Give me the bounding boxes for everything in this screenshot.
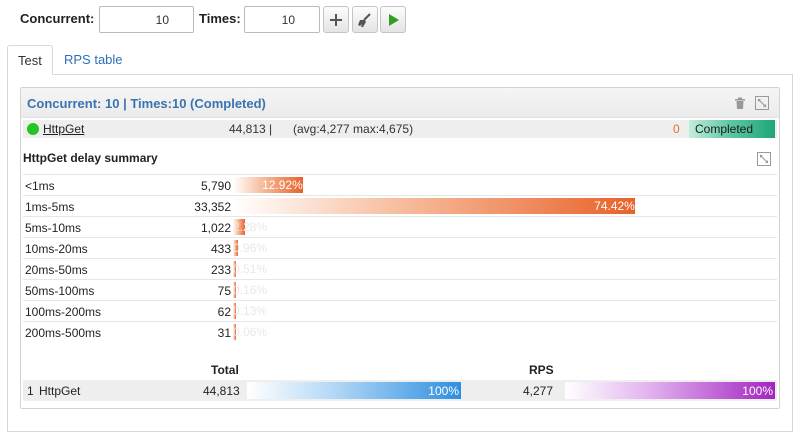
delay-percent: 0.06% <box>233 325 268 339</box>
delay-bar: 2.28% <box>233 219 267 235</box>
delay-range-label: <1ms <box>25 179 55 193</box>
total-bar-track: 100% <box>247 382 461 399</box>
play-icon <box>389 13 399 26</box>
delay-bar-track: 74.42% <box>233 198 773 214</box>
rps-bar-track: 100% <box>565 382 775 399</box>
delay-percent: 74.42% <box>594 199 635 213</box>
status-badge: Completed <box>689 120 775 138</box>
row-total: 44,813 <box>203 384 240 398</box>
delay-row: 50ms-100ms 75 0.16% <box>23 279 777 300</box>
tab-content: Concurrent: 10 | Times:10 (Completed) Ht… <box>7 74 793 432</box>
delay-count: 62 <box>217 305 231 319</box>
delay-count: 33,352 <box>194 200 231 214</box>
panel-title: Concurrent: 10 | Times:10 (Completed) <box>27 96 266 111</box>
request-error-count: 0 <box>673 122 680 136</box>
toolbar: Concurrent: Times: <box>20 6 780 34</box>
delay-range-label: 20ms-50ms <box>25 263 88 277</box>
delay-row: 1ms-5ms 33,352 74.42% <box>23 195 777 216</box>
request-name-link[interactable]: HttpGet <box>43 122 84 136</box>
delay-range-label: 50ms-100ms <box>25 284 95 298</box>
delay-percent: 12.92% <box>262 178 303 192</box>
delay-percent: 0.13% <box>233 304 268 318</box>
add-button[interactable] <box>323 6 349 33</box>
delay-count: 75 <box>217 284 231 298</box>
total-bar: 100% <box>247 382 461 399</box>
row-index: 1 <box>27 384 34 398</box>
delay-count: 31 <box>217 326 231 340</box>
delay-row: 5ms-10ms 1,022 2.28% <box>23 216 777 237</box>
concurrent-label: Concurrent: <box>20 11 95 26</box>
delay-bar: 0.13% <box>233 303 267 319</box>
delay-percent: 0.16% <box>233 283 268 297</box>
request-total: 44,813 | <box>229 122 273 136</box>
total-header: Total <box>211 363 239 377</box>
tab-bar: Test RPS table <box>7 45 793 75</box>
total-percent: 100% <box>428 384 459 398</box>
totals-row: 1 HttpGet 44,813 100% 4,277 100% <box>23 380 777 401</box>
delay-bar: 12.92% <box>233 177 303 193</box>
tab-rps-table[interactable]: RPS table <box>54 45 133 75</box>
delay-count: 233 <box>210 263 231 277</box>
delay-range-label: 100ms-200ms <box>25 305 102 319</box>
delay-bar: 74.42% <box>233 198 635 214</box>
panel-header: Concurrent: 10 | Times:10 (Completed) <box>21 88 779 118</box>
delay-bar: 0.06% <box>233 324 267 340</box>
delay-row: 10ms-20ms 433 0.96% <box>23 237 777 258</box>
delay-bar-track: 0.13% <box>233 303 773 319</box>
delay-percent: 2.28% <box>233 220 268 234</box>
row-name: HttpGet <box>39 384 81 398</box>
delay-count: 433 <box>210 242 231 256</box>
delay-bar: 0.51% <box>233 261 267 277</box>
broom-icon <box>358 12 371 27</box>
rps-bar: 100% <box>565 382 775 399</box>
tab-test[interactable]: Test <box>7 45 53 75</box>
status-dot <box>27 123 39 135</box>
expand-icon[interactable] <box>755 96 769 110</box>
delay-bar: 0.96% <box>233 240 267 256</box>
delay-percent: 0.96% <box>233 241 268 255</box>
plus-icon <box>330 13 342 26</box>
delay-percent: 0.51% <box>233 262 268 276</box>
delay-range-label: 1ms-5ms <box>25 200 75 214</box>
delay-bar-track: 0.96% <box>233 240 773 256</box>
delay-bar: 0.16% <box>233 282 267 298</box>
delay-bar-track: 0.16% <box>233 282 773 298</box>
delay-range-label: 10ms-20ms <box>25 242 88 256</box>
delay-row: 100ms-200ms 62 0.13% <box>23 300 777 321</box>
delay-range-label: 200ms-500ms <box>25 326 102 340</box>
rps-percent: 100% <box>742 384 773 398</box>
delay-row: 20ms-50ms 233 0.51% <box>23 258 777 279</box>
test-result-panel: Concurrent: 10 | Times:10 (Completed) Ht… <box>20 87 780 409</box>
delay-summary-title: HttpGet delay summary <box>23 151 158 165</box>
request-stats: (avg:4,277 max:4,675) <box>293 122 414 136</box>
clear-button[interactable] <box>352 6 378 33</box>
delay-row: 200ms-500ms 31 0.06% <box>23 321 777 342</box>
concurrent-input[interactable] <box>99 6 194 33</box>
times-input[interactable] <box>244 6 320 33</box>
times-label: Times: <box>199 11 241 26</box>
start-button[interactable] <box>380 6 406 33</box>
trash-icon[interactable] <box>733 96 747 110</box>
delay-bar-track: 0.06% <box>233 324 773 340</box>
row-rps: 4,277 <box>523 384 554 398</box>
delay-row: <1ms 5,790 12.92% <box>23 174 777 195</box>
delay-count: 1,022 <box>200 221 231 235</box>
expand-icon[interactable] <box>757 152 771 166</box>
rps-header: RPS <box>529 363 554 377</box>
request-row: HttpGet 44,813 | (avg:4,277 max:4,675) 0… <box>23 120 777 138</box>
delay-bar-track: 2.28% <box>233 219 773 235</box>
delay-range-label: 5ms-10ms <box>25 221 82 235</box>
delay-bar-track: 12.92% <box>233 177 773 193</box>
delay-count: 5,790 <box>200 179 231 193</box>
delay-bar-track: 0.51% <box>233 261 773 277</box>
